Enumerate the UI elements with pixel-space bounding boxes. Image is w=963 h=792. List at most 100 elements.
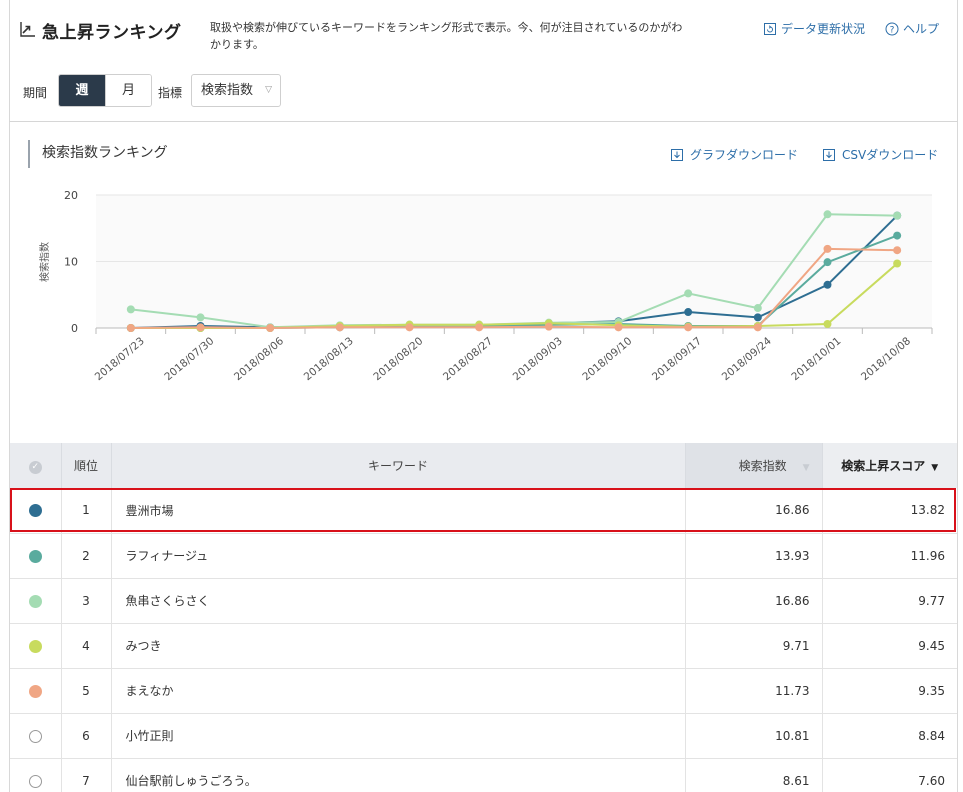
keyword-cell: 小竹正則 — [111, 713, 686, 759]
data-point — [475, 323, 484, 332]
metric-select[interactable]: 検索指数 ▽ — [191, 74, 281, 107]
series-toggle-icon[interactable] — [28, 594, 42, 608]
data-point — [544, 322, 553, 331]
keyword-column-header: キーワード — [111, 443, 686, 488]
update-status-link[interactable]: データ更新状況 — [763, 20, 865, 37]
series-toggle-icon[interactable] — [28, 774, 42, 788]
keyword-cell: 魚串さくらさく — [111, 578, 686, 624]
keyword-cell: みつき — [111, 623, 686, 669]
table-row[interactable]: 1 豊洲市場 16.86 13.82 — [10, 488, 957, 534]
index-cell: 11.73 — [685, 668, 823, 714]
index-cell: 10.81 — [685, 713, 823, 759]
data-point — [405, 323, 414, 332]
csv-download-label: CSVダウンロード — [842, 148, 939, 162]
keyword-cell: 豊洲市場 — [111, 488, 686, 534]
y-axis-ticks: 0 10 20 — [64, 189, 78, 335]
rank-cell: 3 — [61, 578, 112, 624]
data-point — [684, 308, 693, 317]
table-row[interactable]: 2 ラフィナージュ 13.93 11.96 — [10, 533, 957, 579]
data-point — [684, 323, 693, 332]
trending-up-icon — [20, 22, 35, 37]
row-select-cell[interactable] — [10, 758, 62, 792]
data-point — [893, 211, 902, 220]
data-point — [196, 313, 205, 322]
series-toggle-icon[interactable] — [28, 729, 42, 743]
table-row[interactable]: 3 魚串さくらさく 16.86 9.77 — [10, 578, 957, 624]
table-row[interactable]: 4 みつき 9.71 9.45 — [10, 623, 957, 669]
table-header-row: ✓ 順位 キーワード 検索指数 ▼ 検索上昇スコア ▼ — [10, 443, 957, 488]
series-toggle-icon[interactable] — [28, 549, 42, 563]
row-select-cell[interactable] — [10, 488, 62, 534]
data-point — [753, 304, 762, 313]
page-description: 取扱や検索が伸びているキーワードをランキング形式で表示。今、何が注目されているの… — [210, 21, 683, 51]
x-tick-label: 2018/08/27 — [441, 335, 495, 383]
data-point — [266, 324, 275, 332]
metric-label: 指標 — [158, 86, 183, 100]
score-cell: 11.96 — [822, 533, 957, 579]
row-select-cell[interactable] — [10, 623, 62, 669]
chart-panel-title: 検索指数ランキング — [28, 140, 168, 168]
table-row[interactable]: 6 小竹正則 10.81 8.84 — [10, 713, 957, 759]
y-tick-label: 20 — [64, 189, 78, 202]
data-point — [684, 289, 693, 298]
series-toggle-icon[interactable] — [28, 504, 42, 518]
x-tick-label: 2018/09/24 — [720, 335, 774, 383]
keyword-cell: 仙台駅前しゅうごろう。 — [111, 758, 686, 792]
score-cell: 9.77 — [822, 578, 957, 624]
data-point — [823, 280, 832, 289]
help-label: ヘルプ — [903, 22, 940, 36]
data-point — [893, 231, 902, 240]
data-point — [893, 246, 902, 255]
period-week-button[interactable]: 週 — [59, 75, 105, 106]
period-label: 期間 — [23, 86, 48, 100]
x-tick-label: 2018/07/23 — [93, 335, 147, 383]
graph-download-label: グラフダウンロード — [690, 148, 799, 162]
x-axis-ticks: 2018/07/23 2018/07/30 2018/08/06 2018/08/13… — [93, 328, 933, 383]
data-point — [753, 323, 762, 332]
index-cell: 16.86 — [685, 488, 823, 534]
data-point — [335, 323, 344, 332]
series-toggle-icon[interactable] — [28, 639, 42, 653]
row-select-cell[interactable] — [10, 533, 62, 579]
x-tick-label: 2018/07/30 — [162, 335, 216, 383]
index-cell: 13.93 — [685, 533, 823, 579]
table-row[interactable]: 7 仙台駅前しゅうごろう。 8.61 7.60 — [10, 758, 957, 792]
data-point — [823, 320, 832, 329]
keyword-cell: ラフィナージュ — [111, 533, 686, 579]
rank-cell: 6 — [61, 713, 112, 759]
score-cell: 9.35 — [822, 668, 957, 714]
x-tick-label: 2018/09/17 — [650, 335, 704, 383]
table-row[interactable]: 5 まえなか 11.73 9.35 — [10, 668, 957, 714]
x-tick-label: 2018/09/03 — [511, 335, 565, 383]
download-icon — [823, 148, 835, 161]
score-cell: 7.60 — [822, 758, 957, 792]
help-link[interactable]: ? ヘルプ — [885, 20, 939, 37]
score-column-header[interactable]: 検索上昇スコア ▼ — [822, 443, 957, 488]
update-status-label: データ更新状況 — [781, 22, 866, 36]
rank-column-header: 順位 — [61, 443, 112, 488]
metric-select-value: 検索指数 — [201, 83, 254, 98]
rank-cell: 4 — [61, 623, 112, 669]
graph-download-link[interactable]: グラフダウンロード — [670, 146, 798, 163]
rank-cell: 2 — [61, 533, 112, 579]
index-column-header[interactable]: 検索指数 ▼ — [685, 443, 823, 488]
chevron-down-icon: ▽ — [265, 85, 272, 95]
rank-cell: 1 — [61, 488, 112, 534]
rank-cell: 5 — [61, 668, 112, 714]
row-select-cell[interactable] — [10, 578, 62, 624]
index-cell: 9.71 — [685, 623, 823, 669]
period-month-button[interactable]: 月 — [105, 75, 151, 106]
csv-download-link[interactable]: CSVダウンロード — [822, 146, 938, 163]
series-toggle-icon[interactable] — [28, 684, 42, 698]
y-tick-label: 0 — [71, 322, 78, 335]
row-select-cell[interactable] — [10, 668, 62, 714]
y-axis-label: 検索指数 — [38, 242, 51, 282]
chart-grid — [96, 194, 932, 329]
x-tick-label: 2018/08/20 — [371, 335, 425, 383]
select-all-header[interactable]: ✓ — [10, 443, 62, 488]
data-point — [614, 323, 623, 332]
download-icon — [671, 148, 683, 161]
row-select-cell[interactable] — [10, 713, 62, 759]
data-point — [823, 244, 832, 253]
index-column-label: 検索指数 — [738, 459, 787, 473]
